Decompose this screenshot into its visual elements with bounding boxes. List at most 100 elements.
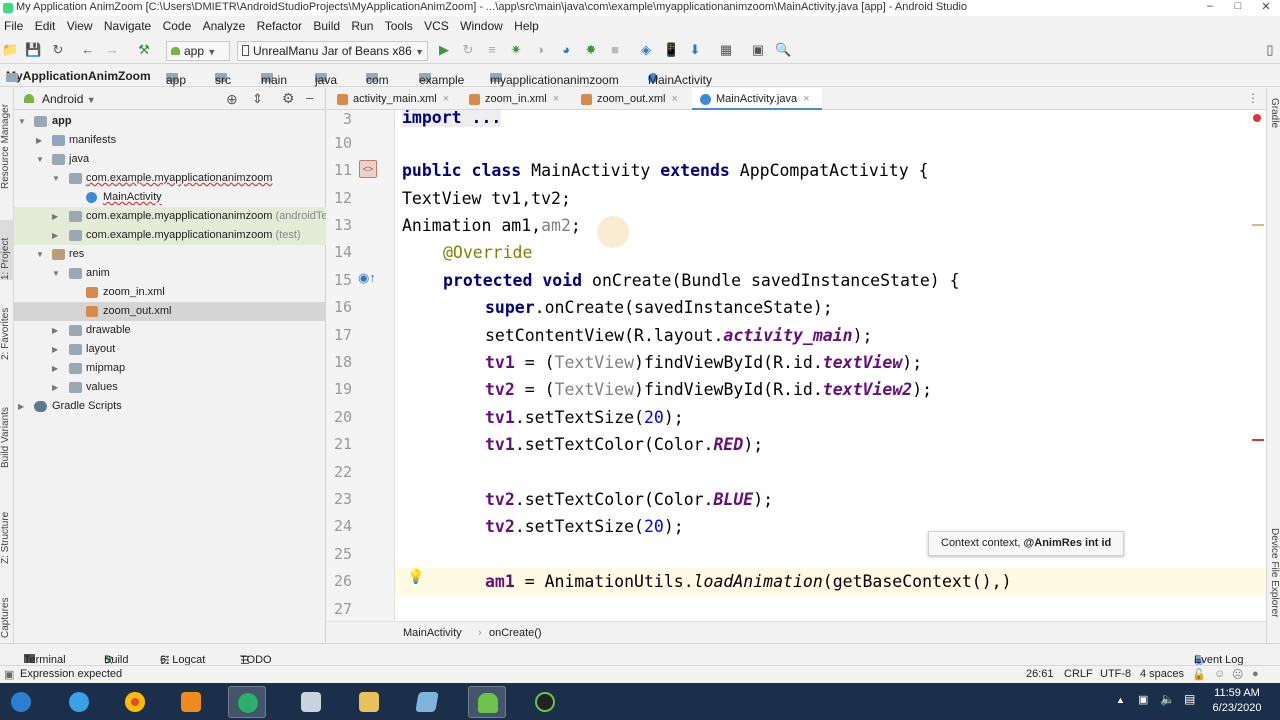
resource-manager-tab[interactable]: Resource Manager [0, 94, 14, 189]
menu-tools[interactable]: Tools [381, 16, 417, 33]
avd-manager-icon[interactable]: 📱 [663, 42, 679, 58]
menu-file[interactable]: File [0, 16, 27, 33]
layout-inspector-icon[interactable]: ▣ [750, 42, 766, 58]
tree-item-java[interactable]: ▼ java [14, 150, 326, 169]
menu-refactor[interactable]: Refactor [253, 16, 306, 33]
tree-item-zoom-out[interactable]: zoom_out.xml [14, 302, 326, 321]
chevron-right-icon[interactable]: ▶ [18, 397, 28, 416]
error-stripe-icon[interactable] [1253, 114, 1261, 122]
chevron-down-icon[interactable]: ▼ [36, 245, 46, 264]
network-icon[interactable]: ▤ [1184, 692, 1195, 706]
tab-mainactivity-java[interactable]: MainActivity.java × [692, 88, 822, 110]
close-tab-icon[interactable]: × [803, 93, 809, 105]
file-encoding[interactable]: UTF-8 [1100, 668, 1131, 680]
menu-analyze[interactable]: Analyze [199, 16, 250, 33]
tray-app-icon[interactable]: ▣ [1138, 693, 1148, 706]
chevron-down-icon[interactable]: ▼ [52, 264, 62, 283]
code-editor[interactable]: 3 10 11 12 13 14 15 16 17 18 19 20 21 22… [327, 110, 1266, 621]
minimize-icon[interactable]: – [1200, 0, 1220, 16]
taskbar-calculator[interactable] [292, 686, 330, 718]
system-clock[interactable]: 11:59 AM 6/23/2020 [1206, 686, 1268, 716]
coverage-icon[interactable]: ✸ [583, 42, 599, 58]
sync-gradle-icon[interactable]: ◈ [638, 42, 654, 58]
device-file-explorer-tab[interactable]: Device File Explorer [1268, 528, 1280, 638]
taskbar-recorder[interactable] [228, 686, 266, 718]
crumb-method[interactable]: onCreate() [489, 627, 542, 639]
chevron-down-icon[interactable]: ▼ [52, 169, 62, 188]
gear-icon[interactable]: ⚙ [282, 90, 295, 107]
intention-bulb-icon[interactable]: 💡 [407, 568, 424, 585]
build-variants-tab[interactable]: Build Variants [0, 388, 14, 468]
tree-item-gradle-scripts[interactable]: ▶ Gradle Scripts [14, 397, 326, 416]
taskbar-explorer[interactable] [350, 686, 388, 718]
chevron-down-icon[interactable]: ▼ [36, 150, 46, 169]
smile-icon[interactable]: ☺ [1214, 668, 1225, 680]
close-tab-icon[interactable]: × [553, 93, 559, 105]
tree-item-package-test[interactable]: ▶ com.example.myapplicationanimzoom (tes… [14, 226, 326, 245]
tree-item-values[interactable]: ▶ values [14, 378, 326, 397]
back-icon[interactable]: ← [80, 42, 96, 58]
menu-edit[interactable]: Edit [31, 16, 60, 33]
sync-icon[interactable]: ↻ [50, 42, 66, 58]
apply-code-changes-icon[interactable]: ≡ [484, 42, 500, 58]
tree-item-mainactivity[interactable]: MainActivity [14, 188, 326, 207]
open-folder-icon[interactable]: 📁 [2, 42, 18, 58]
gradle-tab[interactable]: Gradle [1268, 98, 1280, 148]
tree-item-drawable[interactable]: ▶ drawable [14, 321, 326, 340]
project-tab[interactable]: 1: Project [0, 220, 14, 280]
status-panel-icon[interactable]: ▣ [4, 668, 14, 681]
menu-view[interactable]: View [63, 16, 97, 33]
menu-navigate[interactable]: Navigate [100, 16, 155, 33]
chevron-right-icon[interactable]: ▶ [52, 226, 62, 245]
menu-code[interactable]: Code [159, 16, 196, 33]
taskbar-app[interactable] [408, 686, 446, 718]
breadcrumb-project[interactable]: MyApplicationAnimZoom [6, 69, 151, 83]
chevron-right-icon[interactable]: ▶ [52, 207, 62, 226]
structure-tab[interactable]: Z: Structure [0, 500, 14, 564]
inspection-icon[interactable]: ● [1252, 668, 1259, 680]
sdk-manager-icon[interactable]: ⬇ [687, 42, 703, 58]
chevron-right-icon[interactable]: ▶ [36, 131, 46, 150]
menu-window[interactable]: Window [456, 16, 507, 33]
tree-item-res[interactable]: ▼ res [14, 245, 326, 264]
tree-item-package-androidtest[interactable]: ▶ com.example.myapplicationanimzoom (and… [14, 207, 326, 226]
run-icon[interactable]: ▶ [436, 42, 452, 58]
taskbar-chrome[interactable] [116, 686, 154, 718]
menu-vcs[interactable]: VCS [420, 16, 453, 33]
lock-icon[interactable]: 🔓 [1192, 668, 1206, 681]
attach-debugger-icon[interactable]: ◕ [558, 42, 574, 58]
menu-build[interactable]: Build [309, 16, 344, 33]
override-marker-icon[interactable]: <> [359, 160, 377, 178]
captures-tab[interactable]: Captures [0, 593, 14, 638]
profile-icon[interactable]: ◑ [532, 42, 548, 58]
run-config-select[interactable]: app ▼ [166, 41, 230, 61]
project-view-select[interactable]: Android ▼ [42, 92, 96, 106]
start-button[interactable] [2, 686, 40, 718]
save-icon[interactable]: 💾 [25, 42, 41, 58]
collapse-toolbar-icon[interactable]: ▯ [1262, 42, 1278, 58]
menu-help[interactable]: Help [510, 16, 543, 33]
editor-menu-icon[interactable]: ⋮ [1247, 91, 1259, 105]
locate-icon[interactable]: ⊕ [226, 91, 238, 108]
speaker-icon[interactable]: 🔈 [1160, 692, 1175, 706]
make-project-icon[interactable]: ⚒ [136, 42, 152, 58]
apply-changes-icon[interactable]: ↻ [460, 42, 476, 58]
tree-item-layout[interactable]: ▶ layout [14, 340, 326, 359]
maximize-icon[interactable]: □ [1228, 0, 1248, 16]
tree-item-app[interactable]: ▼ app [14, 112, 326, 131]
debug-icon[interactable]: ✷ [508, 42, 524, 58]
chevron-right-icon[interactable]: ▶ [52, 340, 62, 359]
crumb-class[interactable]: MainActivity [403, 627, 462, 639]
forward-icon[interactable]: → [104, 42, 120, 58]
tree-item-package-main[interactable]: ▼ com.example.myapplicationanimzoom [14, 169, 326, 188]
taskbar-media[interactable] [172, 686, 210, 718]
close-icon[interactable]: ✕ [1256, 0, 1276, 16]
taskbar-android-studio[interactable] [468, 686, 506, 718]
menu-run[interactable]: Run [347, 16, 377, 33]
show-hidden-icons-icon[interactable]: ▲ [1116, 695, 1125, 705]
line-separator[interactable]: CRLF [1064, 668, 1093, 680]
chevron-right-icon[interactable]: ▶ [52, 359, 62, 378]
close-tab-icon[interactable]: × [671, 93, 677, 105]
tree-item-mipmap[interactable]: ▶ mipmap [14, 359, 326, 378]
structure-icon[interactable]: ▦ [718, 42, 734, 58]
